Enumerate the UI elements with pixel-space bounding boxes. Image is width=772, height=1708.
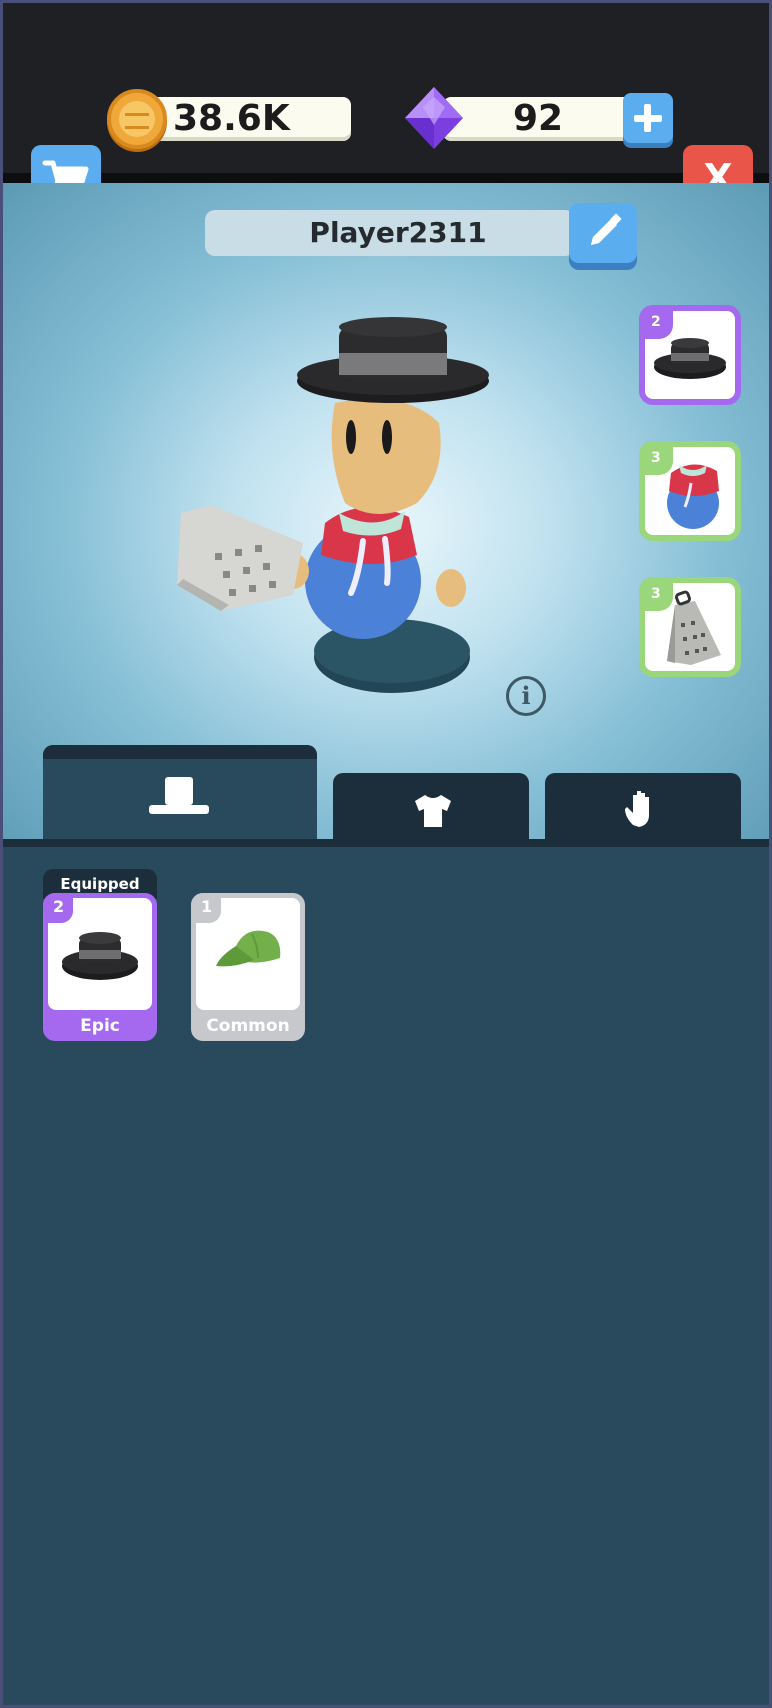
- inventory-item-black-hat[interactable]: 2 Epic: [43, 893, 157, 1041]
- gem-amount: 92: [512, 98, 564, 139]
- equipped-slot-shirt[interactable]: 3: [639, 441, 741, 541]
- black-hat-icon: [654, 338, 726, 379]
- hand-icon: [625, 791, 649, 827]
- tab-hats[interactable]: [43, 745, 317, 845]
- item-level-badge: 1: [191, 893, 221, 923]
- add-gems-button[interactable]: [623, 93, 673, 143]
- item-level-badge: 2: [43, 893, 73, 923]
- edit-name-button[interactable]: [569, 203, 637, 263]
- item-rarity: Common: [206, 1016, 290, 1036]
- tab-shirts[interactable]: [333, 773, 529, 849]
- player-character: [177, 317, 489, 693]
- hat-icon: [149, 777, 209, 814]
- gem-counter: 92: [443, 97, 633, 141]
- coin-icon: [107, 89, 167, 149]
- item-rarity: Epic: [80, 1016, 120, 1036]
- top-bar-edge: [3, 173, 769, 183]
- coin-amount: 38.6K: [173, 98, 290, 139]
- tab-hands[interactable]: [545, 773, 741, 849]
- grater-icon: [667, 590, 721, 665]
- pencil-icon: [591, 213, 622, 245]
- shirt-icon: [415, 795, 451, 827]
- top-bar: [3, 3, 769, 181]
- info-button[interactable]: i: [506, 676, 546, 716]
- player-name-bar: Player2311: [205, 210, 575, 256]
- inventory-item-green-cap[interactable]: 1 Common: [191, 893, 305, 1041]
- equipped-slot-hat[interactable]: 2: [639, 305, 741, 405]
- game-screen: 38.6K 92 X Player2311 2 3 3 i Equipped 2…: [0, 0, 772, 1708]
- gem-icon: [405, 87, 463, 149]
- player-name: Player2311: [309, 216, 487, 249]
- inventory-panel-edge: [3, 839, 769, 847]
- hoodie-icon: [667, 464, 719, 529]
- equipped-slot-weapon[interactable]: 3: [639, 577, 741, 677]
- coin-counter: 38.6K: [143, 97, 351, 141]
